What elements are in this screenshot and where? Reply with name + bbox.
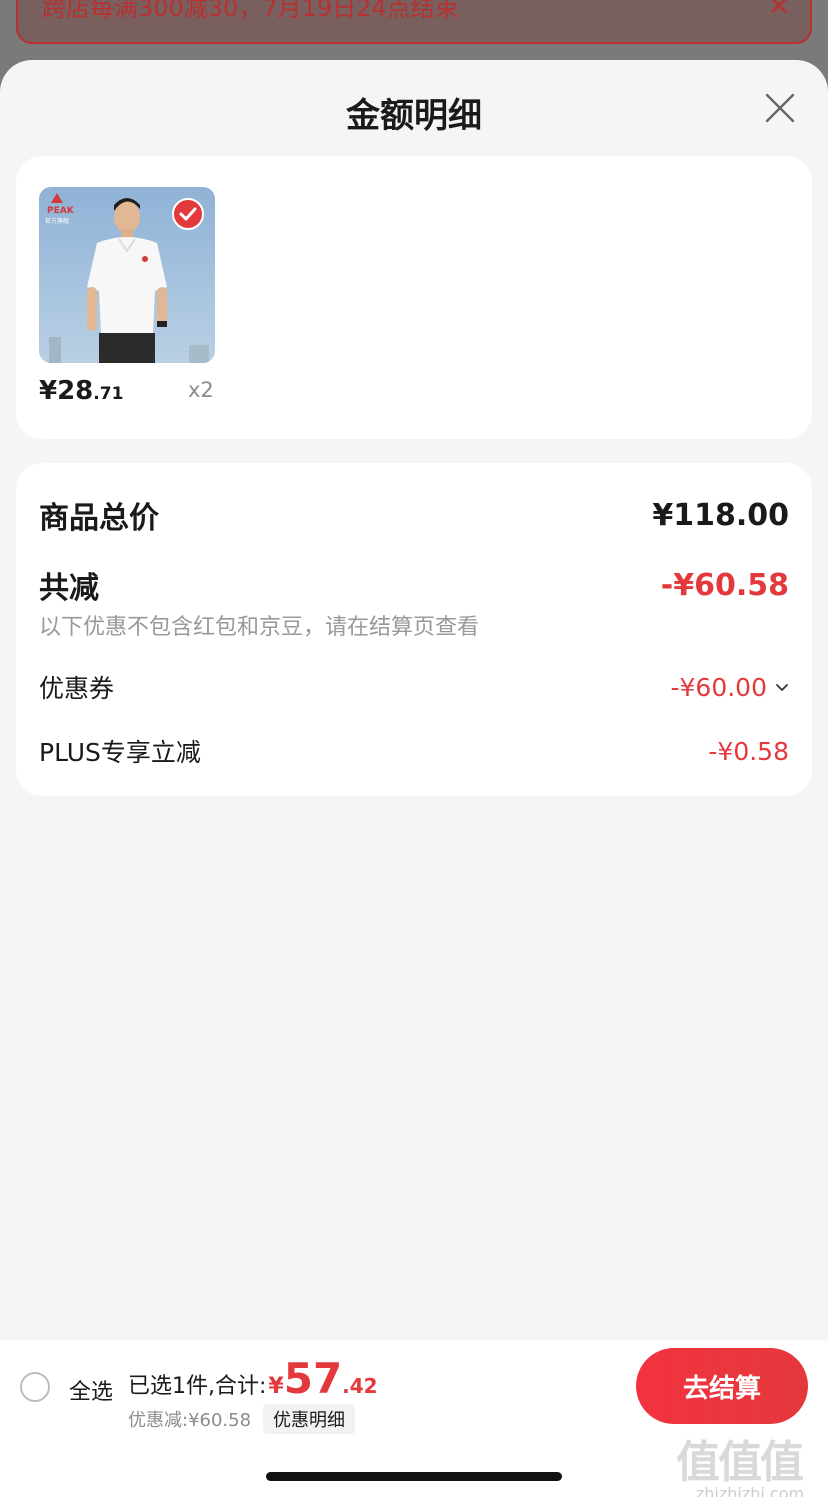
watermark-url: zhizhizhi.com — [695, 1484, 805, 1497]
amount-detail-sheet: 金额明细 PEAK 官方旗舰 ¥28.71 x2 商品总价 ¥118.00 共减… — [0, 60, 828, 1497]
coupon-row[interactable]: 优惠券 -¥60.00 — [39, 669, 789, 705]
discount-line: 优惠减:¥60.58 优惠明细 — [128, 1404, 356, 1434]
selected-count-text: 已选1件,合计: — [128, 1374, 267, 1399]
total-price-label: 商品总价 — [39, 501, 159, 536]
plus-discount-value: -¥0.58 — [708, 736, 789, 766]
discount-detail-button[interactable]: 优惠明细 — [263, 1404, 356, 1434]
plus-discount-row: PLUS专享立减 -¥0.58 — [39, 733, 789, 769]
price-summary-card: 商品总价 ¥118.00 共减 -¥60.58 以下优惠不包含红包和京豆，请在结… — [16, 463, 812, 796]
total-amount-decimal: .42 — [342, 1374, 378, 1398]
product-price-decimal: .71 — [93, 384, 124, 404]
sheet-header: 金额明细 — [0, 60, 828, 156]
total-currency: ¥ — [268, 1374, 284, 1399]
checkout-bar: 全选 已选1件,合计: ¥ 57 .42 优惠减:¥60.58 优惠明细 去结算… — [0, 1340, 828, 1497]
total-reduce-label: 共减 — [39, 571, 99, 606]
plus-discount-label: PLUS专享立减 — [39, 738, 201, 767]
coupon-value: -¥60.00 — [670, 672, 768, 702]
watermark-logo: 值值值 — [676, 1437, 804, 1488]
promo-banner-dimmed: 跨店每满300减30，7月19日24点结束 ✕ — [16, 0, 812, 44]
selected-check-badge[interactable] — [172, 198, 204, 230]
product-unit-price: ¥28.71 — [39, 376, 123, 406]
product-quantity: x2 — [188, 378, 214, 402]
close-icon — [765, 93, 795, 123]
brand-sub-text: 官方旗舰 — [45, 217, 69, 225]
sheet-title: 金额明细 — [346, 96, 482, 136]
home-indicator — [266, 1472, 562, 1481]
total-reduce-value: -¥60.58 — [660, 567, 789, 603]
watermark: 值值值 zhizhizhi.com — [676, 1426, 824, 1497]
total-price-row: 商品总价 ¥118.00 — [39, 493, 789, 537]
select-all-checkbox[interactable] — [20, 1372, 50, 1402]
promo-banner-text: 跨店每满300减30，7月19日24点结束 — [42, 0, 459, 22]
product-price-int: ¥28 — [39, 376, 94, 406]
selected-total: 已选1件,合计: ¥ 57 .42 — [128, 1354, 378, 1403]
product-card: PEAK 官方旗舰 ¥28.71 x2 — [16, 156, 812, 439]
total-amount-int: 57 — [283, 1354, 343, 1403]
close-button[interactable] — [764, 92, 796, 124]
select-all-label[interactable]: 全选 — [69, 1374, 113, 1406]
product-thumbnail[interactable]: PEAK 官方旗舰 — [39, 187, 215, 363]
promo-close-icon: ✕ — [768, 0, 790, 22]
coupon-label: 优惠券 — [39, 674, 115, 703]
chevron-down-icon[interactable] — [775, 680, 789, 694]
coupon-value-group: -¥60.00 — [671, 673, 790, 702]
checkout-button[interactable]: 去结算 — [636, 1348, 808, 1424]
reduce-note: 以下优惠不包含红包和京豆，请在结算页查看 — [39, 615, 480, 640]
total-reduce-row: 共减 -¥60.58 — [39, 563, 789, 607]
check-icon — [179, 207, 197, 221]
total-price-value: ¥118.00 — [652, 497, 789, 533]
discount-amount-text: 优惠减:¥60.58 — [128, 1410, 252, 1431]
brand-logo-text: PEAK — [47, 206, 75, 216]
